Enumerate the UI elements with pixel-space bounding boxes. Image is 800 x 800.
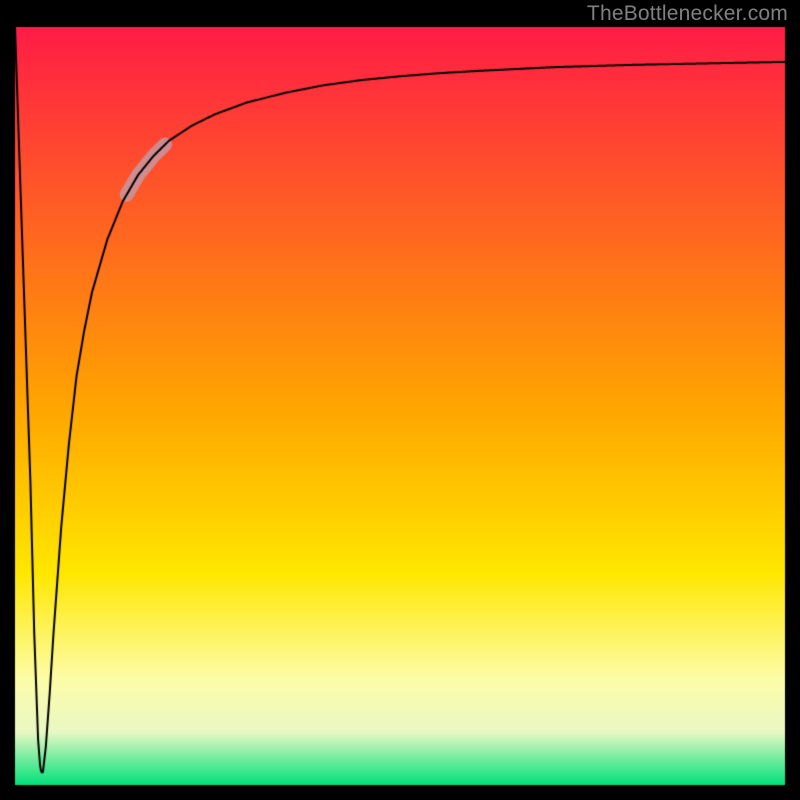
attribution-label: TheBottlenecker.com (587, 2, 788, 26)
bottleneck-chart-canvas (0, 0, 800, 800)
chart-container: TheBottlenecker.com (0, 0, 800, 800)
